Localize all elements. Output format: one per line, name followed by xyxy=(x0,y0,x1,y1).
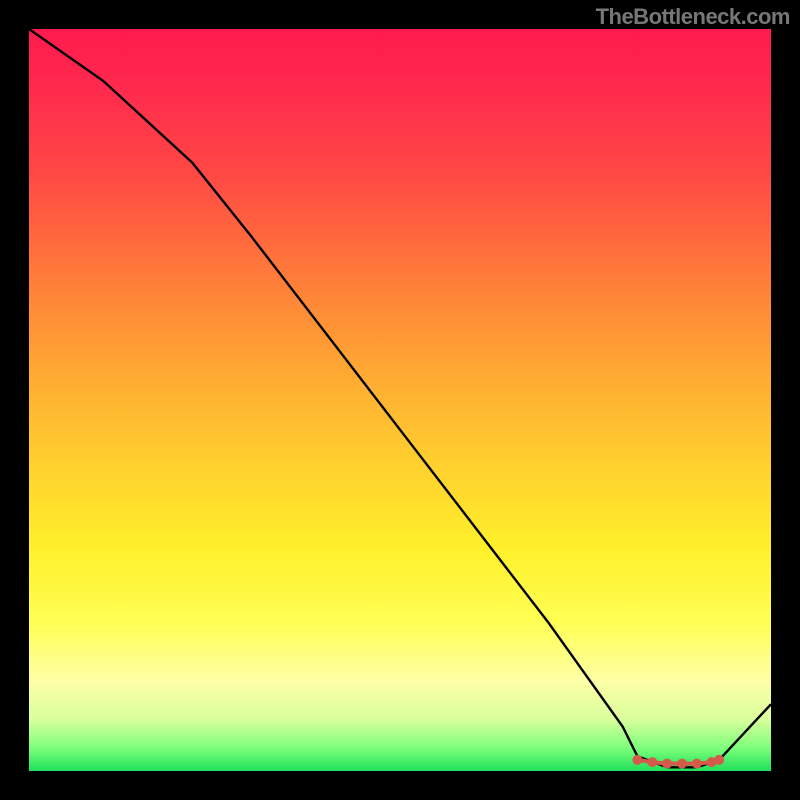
optimum-marker xyxy=(662,759,672,769)
optimum-markers xyxy=(632,755,724,769)
attribution-label: TheBottleneck.com xyxy=(596,4,790,30)
chart-svg xyxy=(29,29,771,771)
optimum-marker xyxy=(632,755,642,765)
optimum-marker xyxy=(677,759,687,769)
chart-frame: TheBottleneck.com xyxy=(0,0,800,800)
plot-area xyxy=(29,29,771,771)
optimum-marker xyxy=(714,755,724,765)
chart-curve xyxy=(29,29,771,767)
optimum-marker xyxy=(647,757,657,767)
optimum-marker xyxy=(692,759,702,769)
